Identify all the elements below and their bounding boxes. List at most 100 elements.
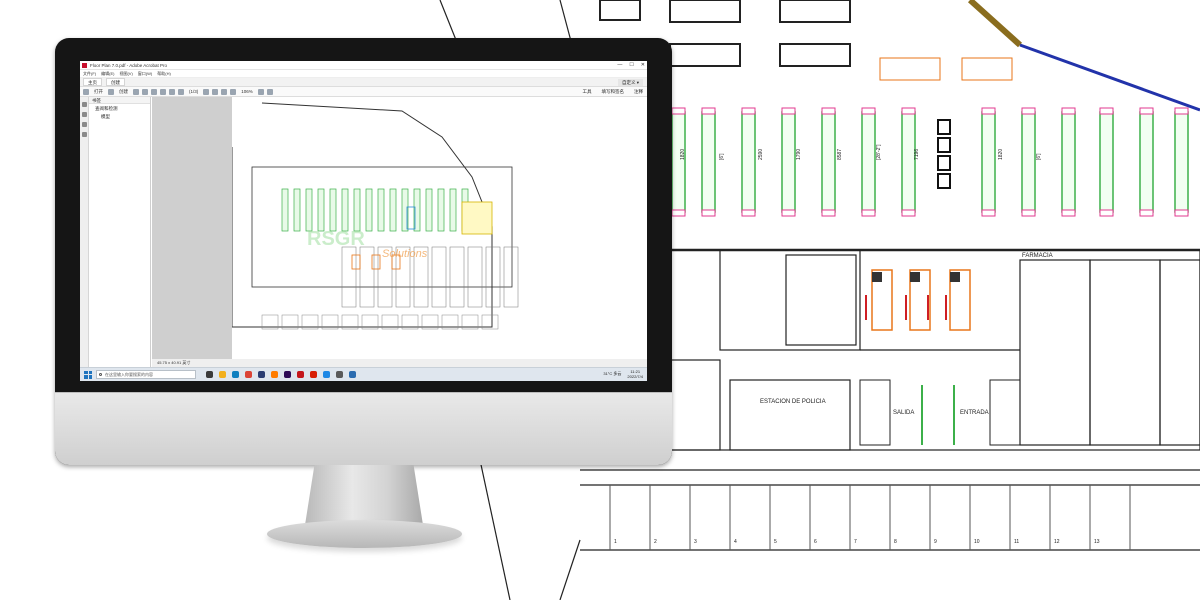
shelf-label-top	[821, 107, 836, 115]
tab-home[interactable]: 主页	[83, 78, 102, 86]
menu-edit[interactable]: 编辑(E)	[101, 71, 114, 77]
taskbar-search-box[interactable]: 在这里输入你要搜索的内容	[96, 370, 196, 379]
customize-button[interactable]: 自定义 ▾	[617, 79, 643, 86]
start-button[interactable]	[84, 370, 92, 379]
dimension-label: [6']	[719, 153, 725, 160]
hand-tool-icon[interactable]	[212, 88, 219, 95]
premiere-icon[interactable]	[284, 371, 291, 378]
tab-bar: 主页 创建 自定义 ▾	[80, 78, 647, 87]
print-icon[interactable]	[142, 88, 148, 95]
create-icon[interactable]	[108, 88, 114, 95]
shelf-label-top	[741, 107, 756, 115]
menu-file[interactable]: 文件(F)	[83, 71, 96, 77]
autocad-icon[interactable]	[297, 371, 304, 378]
mini-bay	[503, 246, 519, 308]
shelf-unit	[1099, 111, 1114, 213]
previous-page-icon[interactable]	[169, 88, 175, 95]
mini-yellow-zone	[461, 201, 493, 235]
dimension-label: 8587	[837, 149, 843, 160]
mini-shelf	[341, 188, 349, 232]
tab-create[interactable]: 创建	[106, 78, 125, 86]
pages-icon[interactable]	[81, 112, 87, 117]
toolbar-right-panel: 工具 填写和签名 注释	[583, 89, 644, 95]
dimension-label: 1820	[998, 149, 1004, 160]
photoshop-icon[interactable]	[258, 371, 265, 378]
shelf-label-bottom	[901, 209, 916, 217]
label-estacion: ESTACION DE POLICIA	[760, 399, 826, 405]
zoom-out-icon[interactable]	[221, 88, 228, 95]
clock[interactable]: 11:21 2022/7/4	[627, 369, 643, 379]
menu-window[interactable]: 窗口(W)	[138, 71, 152, 77]
watermark-text: Solutions	[382, 248, 428, 260]
system-tray: 31°C 多云 11:21 2022/7/4	[603, 369, 643, 379]
shelf-unit	[1061, 111, 1076, 213]
acrobat-icon[interactable]	[310, 371, 317, 378]
shelf-label-bottom	[671, 209, 686, 217]
stack-box	[937, 155, 951, 171]
fit-page-icon[interactable]	[257, 88, 264, 95]
settings-icon[interactable]	[160, 88, 166, 95]
maximize-button[interactable]: ☐	[629, 62, 633, 68]
edge-icon[interactable]	[232, 371, 239, 378]
tools-button[interactable]: 工具	[583, 89, 592, 95]
parking-number: 10	[974, 539, 980, 545]
monitor-stand-neck	[305, 465, 423, 525]
shelf-unit	[741, 111, 756, 213]
mini-shelf	[365, 188, 373, 232]
menu-help[interactable]: 帮助(H)	[157, 71, 171, 77]
signatures-icon[interactable]	[81, 132, 87, 137]
dimension-label: 7196	[914, 149, 920, 160]
mini-shelf	[329, 188, 337, 232]
shelf-label-bottom	[741, 209, 756, 217]
mini-shelf	[317, 188, 325, 232]
mini-bay	[467, 246, 483, 308]
zoom-in-icon[interactable]	[230, 88, 237, 95]
save-icon[interactable]	[133, 88, 139, 95]
shelf-label-bottom	[1061, 209, 1076, 217]
parking-number: 1	[614, 539, 617, 545]
shelf-label-top	[1174, 107, 1189, 115]
shelf-label-top	[981, 107, 996, 115]
illustrator-icon[interactable]	[271, 371, 278, 378]
mail-icon[interactable]	[323, 371, 330, 378]
select-tool-icon[interactable]	[203, 88, 210, 95]
register	[910, 272, 920, 282]
bookmarks-icon[interactable]	[81, 102, 87, 107]
open-icon[interactable]	[83, 88, 89, 95]
next-page-icon[interactable]	[178, 88, 184, 95]
menu-view[interactable]: 视图(V)	[119, 71, 132, 77]
weather-widget[interactable]: 31°C 多云	[603, 371, 621, 377]
page-size-label: 45.75 x 40.91 英寸	[157, 360, 191, 365]
shelf-label-top	[1061, 107, 1076, 115]
attachments-icon[interactable]	[81, 122, 87, 127]
close-button[interactable]: ✕	[641, 62, 645, 68]
comment-button[interactable]: 注释	[634, 89, 643, 95]
minimize-button[interactable]: —	[617, 62, 622, 68]
zoom-level[interactable]: 106%	[239, 89, 255, 94]
file-explorer-icon[interactable]	[219, 371, 226, 378]
monitor-stand-foot	[267, 520, 462, 548]
page-view-icon[interactable]	[266, 88, 273, 95]
fill-sign-button[interactable]: 填写和签名	[602, 89, 625, 95]
page-indicator[interactable]: (1/3)	[187, 89, 200, 94]
counter-block	[779, 43, 851, 67]
pdf-page: Solutions RSGR	[231, 97, 647, 359]
mini-shelf	[449, 188, 457, 232]
document-viewport[interactable]: Solutions RSGR	[152, 97, 647, 359]
dimension-label: [28'-2"]	[876, 144, 882, 160]
create-button[interactable]: 创建	[117, 89, 130, 95]
shelf-unit	[821, 111, 836, 213]
open-button[interactable]: 打开	[92, 89, 105, 95]
customize-label: 自定义	[621, 80, 636, 85]
shelf-unit	[1139, 111, 1154, 213]
bookmark-item-model[interactable]: 模型	[89, 112, 150, 120]
task-view-icon[interactable]	[206, 371, 213, 378]
shelf-label-top	[901, 107, 916, 115]
email-icon[interactable]	[151, 88, 157, 95]
chrome-icon[interactable]	[245, 371, 252, 378]
bookmark-item-review[interactable]: 查阅和检测	[89, 104, 150, 112]
settings-icon[interactable]	[336, 371, 343, 378]
window-controls: — ☐ ✕	[617, 62, 645, 68]
search-placeholder: 在这里输入你要搜索的内容	[105, 372, 153, 377]
store-icon[interactable]	[349, 371, 356, 378]
